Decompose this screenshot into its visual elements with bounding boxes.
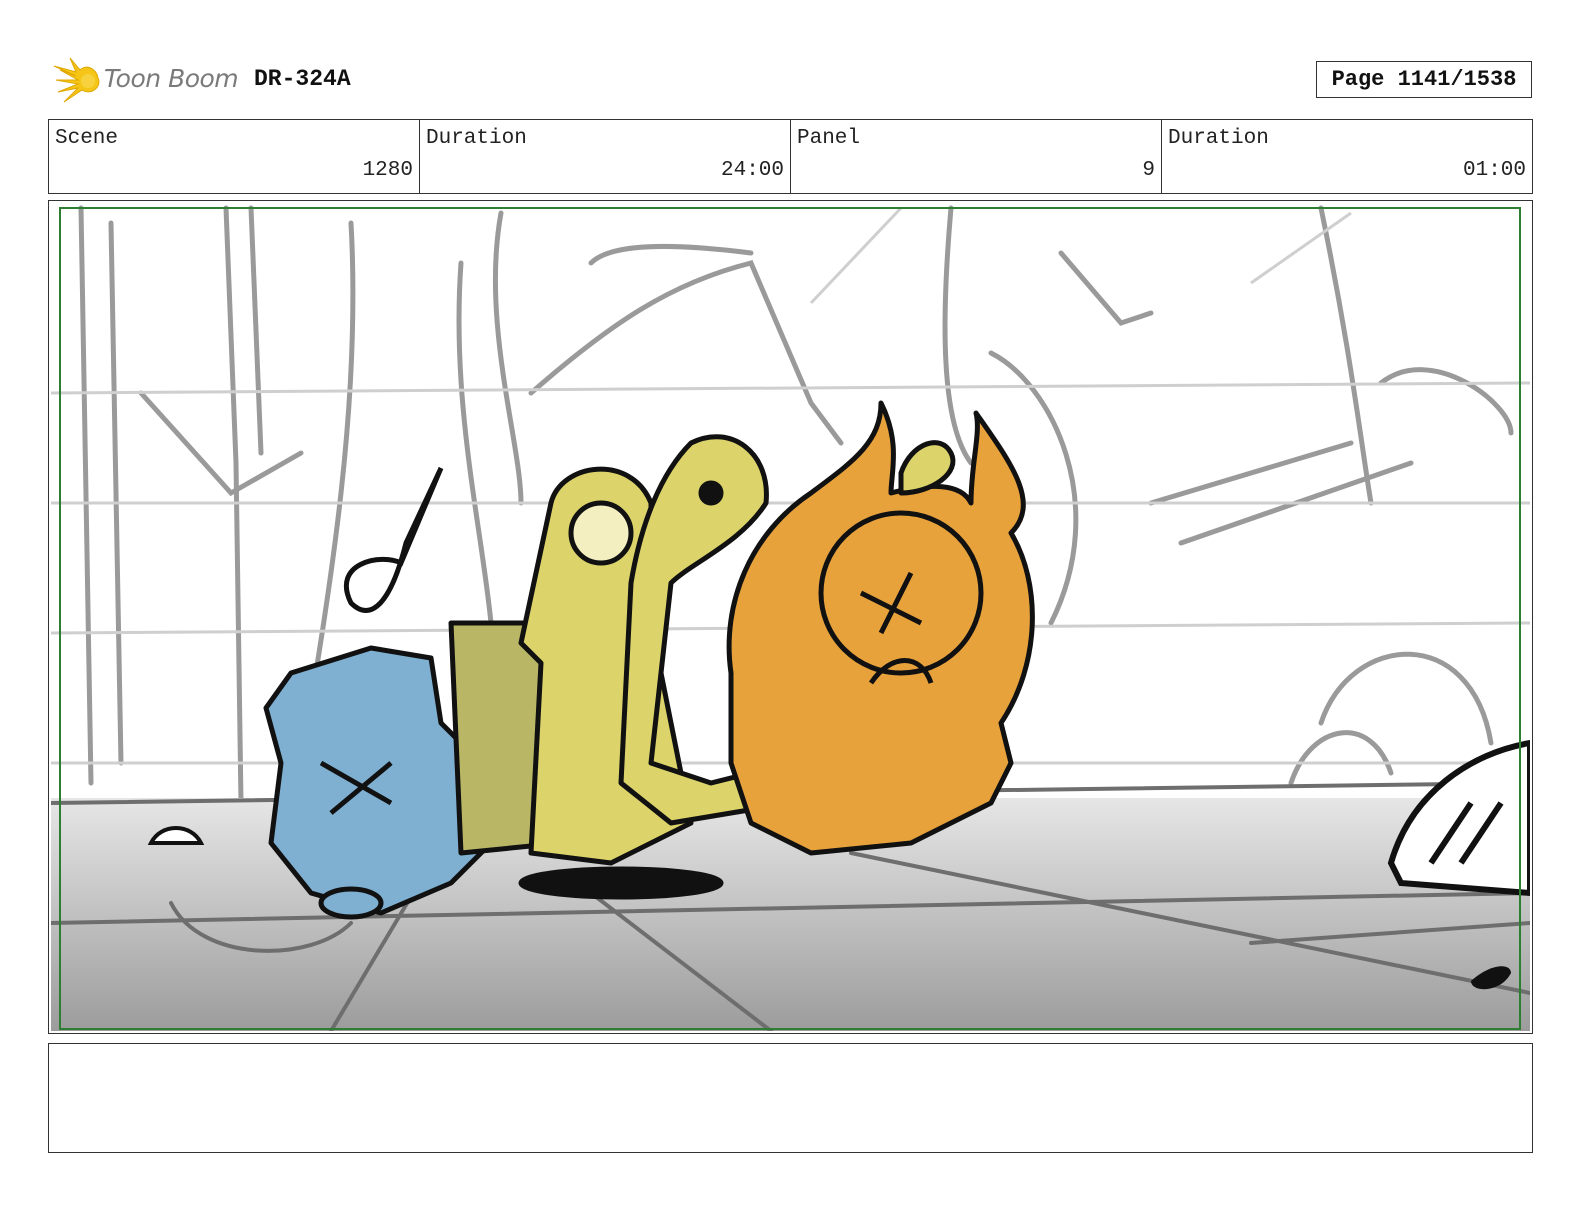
panel-duration-cell: Duration 01:00 bbox=[1162, 120, 1532, 193]
starburst-icon bbox=[53, 57, 100, 103]
storyboard-panel-image bbox=[51, 203, 1530, 1031]
scene-duration-label: Duration bbox=[426, 127, 527, 150]
panel-notes-box bbox=[48, 1043, 1533, 1153]
panel-value: 9 bbox=[1142, 159, 1155, 182]
toon-boom-logo: Toon Boom bbox=[52, 56, 242, 106]
panel-duration-label: Duration bbox=[1168, 127, 1269, 150]
panel-duration-value: 01:00 bbox=[1462, 159, 1526, 182]
scene-label: Scene bbox=[55, 127, 119, 150]
scene-duration-cell: Duration 24:00 bbox=[420, 120, 791, 193]
document-id: DR-324A bbox=[254, 66, 351, 92]
scene-value: 1280 bbox=[362, 159, 413, 182]
logo-text: Toon Boom bbox=[104, 64, 239, 93]
scene-cell: Scene 1280 bbox=[49, 120, 420, 193]
scene-duration-value: 24:00 bbox=[720, 159, 784, 182]
info-table: Scene 1280 Duration 24:00 Panel 9 Durati… bbox=[48, 119, 1533, 194]
panel-cell: Panel 9 bbox=[791, 120, 1162, 193]
page-number: Page 1141/1538 bbox=[1316, 61, 1532, 98]
panel-label: Panel bbox=[797, 127, 861, 150]
